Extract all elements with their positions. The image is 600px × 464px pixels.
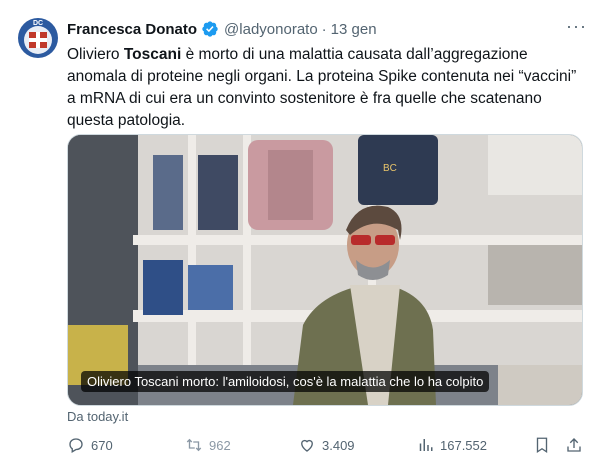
link-source[interactable]: Da today.it (67, 409, 128, 424)
bookmark-button[interactable] (533, 436, 557, 454)
tweet-header: Francesca Donato @ladyonorato · 13 gen ·… (67, 17, 587, 40)
repost-icon (186, 438, 202, 452)
reply-button[interactable]: 670 (67, 436, 113, 454)
tweet-text: Oliviero Toscani è morto di una malattia… (67, 44, 587, 132)
share-button[interactable] (565, 436, 589, 454)
link-card-title[interactable]: Oliviero Toscani morto: l'amiloidosi, co… (81, 371, 490, 392)
verified-badge-icon[interactable] (201, 20, 219, 38)
action-bar: 670 962 3.409 167.552 (67, 436, 587, 458)
author-name[interactable]: Francesca Donato (67, 21, 197, 38)
tweet-text-bold: Toscani (123, 46, 182, 63)
bookmark-icon (536, 437, 548, 454)
jacket-logo: BC (383, 163, 397, 174)
avatar-shield-icon (29, 32, 47, 48)
reply-count: 670 (91, 437, 113, 453)
repost-button[interactable]: 962 (185, 436, 231, 454)
separator-dot: · (321, 20, 327, 38)
tweet-timestamp[interactable]: 13 gen (331, 21, 377, 38)
tweet: DC Francesca Donato @ladyonorato · 13 ge… (0, 0, 600, 464)
like-button[interactable]: 3.409 (298, 436, 355, 454)
avatar[interactable]: DC (18, 18, 58, 58)
reply-icon (69, 438, 83, 453)
author-handle[interactable]: @ladyonorato (224, 21, 318, 38)
tweet-text-part: Oliviero (67, 46, 124, 63)
article-photo: BC (68, 135, 582, 405)
views-icon (419, 439, 433, 451)
like-icon (301, 439, 313, 452)
views-button[interactable]: 167.552 (416, 436, 487, 454)
link-card-image[interactable]: BC Oliviero Toscani morto: l'amiloidosi,… (67, 134, 583, 406)
more-icon[interactable]: ··· (566, 17, 587, 35)
views-count: 167.552 (440, 437, 487, 453)
like-count: 3.409 (322, 437, 355, 453)
share-icon (567, 438, 581, 452)
repost-count: 962 (209, 437, 231, 453)
